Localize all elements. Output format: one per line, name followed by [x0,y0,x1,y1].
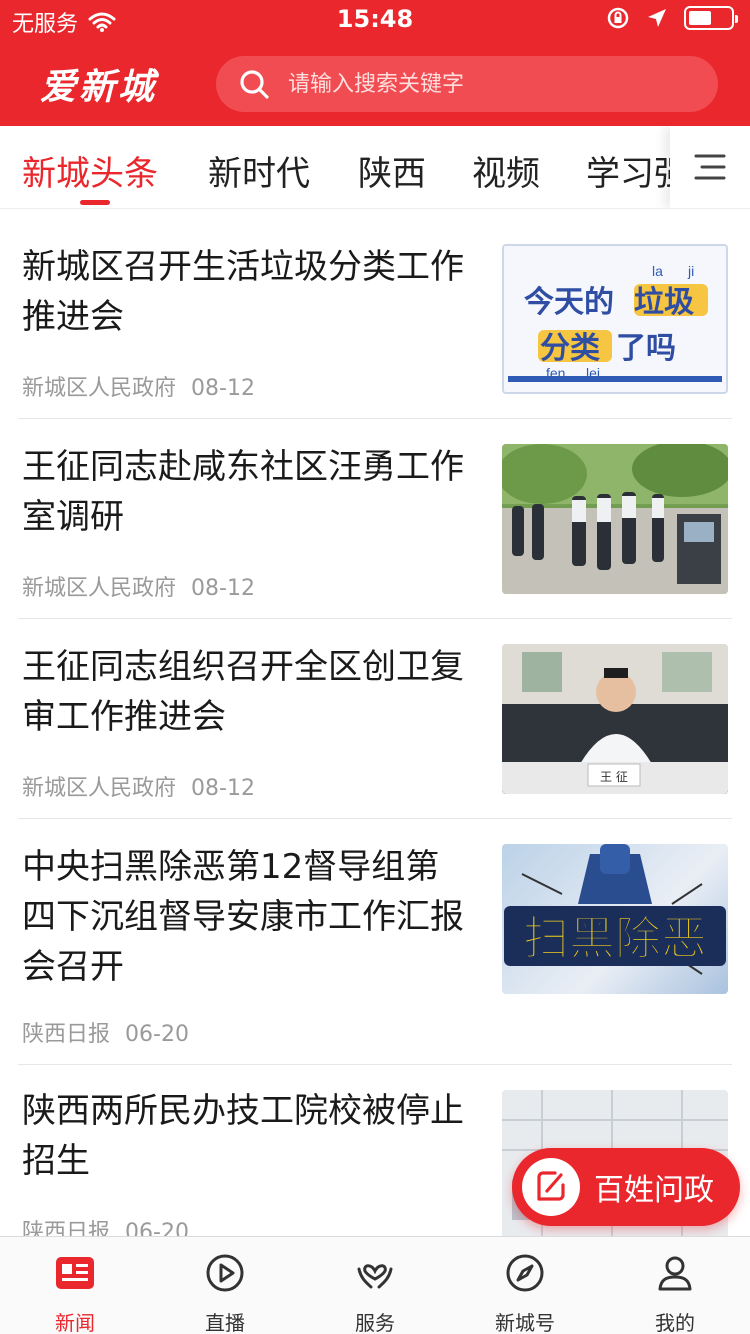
user-icon [658,1256,692,1291]
tab-new-era[interactable]: 新时代 [208,146,310,195]
news-meta: 新城区人民政府 08-12 [22,370,255,402]
nav-xinchenghao-label: 新城号 [495,1311,555,1334]
news-title[interactable]: 新城区召开生活垃圾分类工作推进会 [22,242,472,342]
news-meta: 新城区人民政府 08-12 [22,570,255,602]
garbage-sorting-poster: la ji 今天的 垃圾 分类 了吗 fen lei [504,246,726,392]
news-thumbnail[interactable] [502,444,728,594]
poster-line-1a: 今天的 [524,285,614,320]
battery-icon [684,6,738,30]
divider [18,818,732,819]
news-meta: 新城区人民政府 08-12 [22,770,255,802]
rotation-lock-icon [607,7,629,29]
pinyin-ji: ji [687,263,694,279]
nav-news-label: 新闻 [55,1311,95,1334]
poster-line-2a: 分类 [540,331,600,366]
nav-news[interactable]: 新闻 [0,1237,150,1334]
news-title[interactable]: 王征同志组织召开全区创卫复审工作推进会 [22,642,472,742]
divider [18,418,732,419]
news-thumbnail[interactable]: 扫黑除恶 [502,844,728,994]
news-date: 06-20 [125,1022,189,1047]
compass-icon [506,1254,544,1292]
search-icon [240,70,269,99]
pinyin-lei: lei [586,365,600,381]
search-input[interactable] [288,71,668,97]
search-bar[interactable] [216,56,718,112]
app-header: 无服务 15:48 爱新城 [0,0,750,126]
location-arrow-icon [648,9,666,27]
poster-line-2b: 了吗 [616,331,676,366]
nav-live-label: 直播 [205,1311,245,1334]
app-logo[interactable]: 爱新城 [40,58,157,110]
heart-hands-icon [357,1264,393,1289]
bottom-nav: 新闻 直播 服务 新城号 我的 [0,1236,750,1334]
nav-mine[interactable]: 我的 [600,1237,750,1334]
nav-xinchenghao[interactable]: 新城号 [450,1237,600,1334]
divider [18,618,732,619]
edit-icon [522,1158,580,1216]
pinyin-fen: fen [546,365,565,381]
news-source: 新城区人民政府 [22,376,177,401]
active-tab-indicator [80,200,110,205]
channel-menu-button[interactable] [670,126,750,208]
news-thumbnail[interactable]: la ji 今天的 垃圾 分类 了吗 fen lei [502,244,728,394]
play-circle-icon [206,1254,244,1292]
nameplate-text: 王 征 [600,770,628,784]
status-bar: 无服务 15:48 [0,0,750,42]
meeting-photo: 王 征 [502,644,728,794]
banner-text: 扫黑除恶 [523,911,707,965]
news-date: 08-12 [191,376,255,401]
status-right [606,6,738,30]
news-title[interactable]: 陕西两所民办技工院校被停止招生 [22,1086,472,1186]
divider [18,1064,732,1065]
citizen-inquiry-label: 百姓问政 [594,1173,714,1208]
news-source: 新城区人民政府 [22,576,177,601]
category-tabs: 新城头条 新时代 陕西 视频 学习强 [0,126,750,208]
tab-xincheng-headlines[interactable]: 新城头条 [22,146,158,195]
citizen-inquiry-button[interactable]: 百姓问政 [512,1148,740,1226]
nav-mine-label: 我的 [655,1311,695,1334]
news-thumbnail[interactable]: 王 征 [502,644,728,794]
nav-service-label: 服务 [355,1311,395,1334]
news-meta: 陕西日报 06-20 [22,1016,189,1048]
news-source: 新城区人民政府 [22,776,177,801]
poster-line-1b: 垃圾 [634,285,694,320]
tab-shaanxi[interactable]: 陕西 [358,146,426,195]
news-date: 08-12 [191,776,255,801]
news-title[interactable]: 中央扫黑除恶第12督导组第四下沉组督导安康市工作汇报会召开 [22,842,472,992]
news-source: 陕西日报 [22,1022,111,1047]
news-date: 08-12 [191,576,255,601]
nav-service[interactable]: 服务 [300,1237,450,1334]
menu-icon [694,154,726,180]
tab-video[interactable]: 视频 [472,146,540,195]
news-title[interactable]: 王征同志赴咸东社区汪勇工作室调研 [22,442,472,542]
nav-live[interactable]: 直播 [150,1237,300,1334]
anti-crime-banner: 扫黑除恶 [504,844,726,975]
divider [0,208,750,209]
newspaper-icon [56,1257,94,1289]
pinyin-la: la [652,263,663,279]
battery-fill [689,11,711,25]
site-visit-photo [502,444,728,594]
